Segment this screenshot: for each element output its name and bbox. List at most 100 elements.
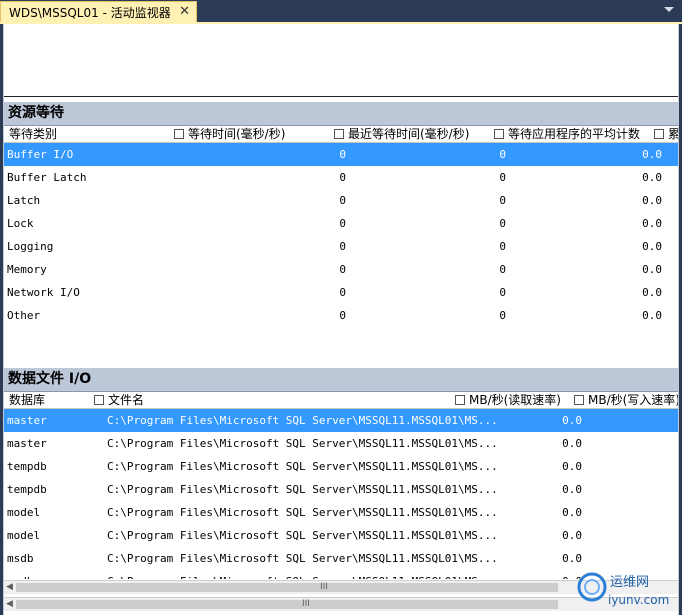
table-row[interactable]: Buffer I/O 0 0 0.0 bbox=[4, 143, 678, 166]
cell-avg-count: 0.0 bbox=[642, 148, 662, 161]
cell-wait-time: 0 bbox=[339, 263, 346, 276]
table-row[interactable]: Memory 0 0 0.0 bbox=[4, 258, 678, 281]
cell-file-name: C:\Program Files\Microsoft SQL Server\MS… bbox=[107, 483, 498, 496]
cell-recent-wait: 0 bbox=[499, 309, 506, 322]
resource-waits-grid: 等待类别 等待时间(毫秒/秒) 最近等待时间(毫秒/秒) 等待应用程序的平均计数… bbox=[4, 126, 678, 343]
cell-category: Logging bbox=[7, 240, 54, 253]
cell-file-name: C:\Program Files\Microsoft SQL Server\MS… bbox=[107, 570, 498, 579]
chevron-down-icon[interactable] bbox=[664, 7, 674, 12]
cell-read-rate: 0.0 bbox=[562, 437, 582, 450]
tab-activity-monitor[interactable]: WDS\MSSQL01 - 活动监视器 ✕ bbox=[0, 1, 197, 22]
table-row[interactable]: tempdb C:\Program Files\Microsoft SQL Ser… bbox=[4, 478, 678, 501]
cell-wait-time: 0 bbox=[339, 240, 346, 253]
table-row[interactable]: model C:\Program Files\Microsoft SQL Serv… bbox=[4, 501, 678, 524]
col-file-name[interactable]: 文件名 bbox=[92, 392, 144, 408]
cell-read-rate: 0.0 bbox=[562, 552, 582, 565]
cell-recent-wait: 0 bbox=[499, 217, 506, 230]
col-database[interactable]: 数据库 bbox=[7, 392, 45, 408]
watermark-logo: 运维网 iyunv.com bbox=[577, 572, 669, 607]
cell-database: master bbox=[7, 437, 47, 450]
col-wait-category[interactable]: 等待类别 bbox=[7, 126, 57, 142]
table-row[interactable]: msdb C:\Program Files\Microsoft SQL Serve… bbox=[4, 547, 678, 570]
scrollbar-thumb[interactable] bbox=[16, 600, 558, 609]
checkbox-icon[interactable] bbox=[494, 128, 504, 139]
col-read-rate[interactable]: MB/秒(读取速率) bbox=[453, 392, 561, 408]
checkbox-icon[interactable] bbox=[334, 128, 344, 139]
document-tab-bar: WDS\MSSQL01 - 活动监视器 ✕ bbox=[0, 0, 682, 22]
cell-category: Buffer Latch bbox=[7, 171, 87, 184]
cell-avg-count: 0.0 bbox=[642, 171, 662, 184]
col-avg-waiter-count[interactable]: 等待应用程序的平均计数 bbox=[492, 126, 640, 142]
checkbox-icon[interactable] bbox=[574, 394, 584, 405]
scroll-grip: III bbox=[302, 599, 310, 609]
cell-wait-time: 0 bbox=[339, 286, 346, 299]
checkbox-icon[interactable] bbox=[455, 394, 465, 405]
table-row[interactable]: model C:\Program Files\Microsoft SQL Serv… bbox=[4, 524, 678, 547]
table-row[interactable]: master C:\Program Files\Microsoft SQL Ser… bbox=[4, 409, 678, 432]
cell-read-rate: 0.0 bbox=[562, 460, 582, 473]
cell-read-rate: 0.0 bbox=[562, 529, 582, 542]
cell-wait-time: 0 bbox=[339, 309, 346, 322]
cell-read-rate: 0.0 bbox=[444, 570, 582, 579]
activity-monitor-pane: 资源等待 等待类别 等待时间(毫秒/秒) 最近等待时间(毫秒/秒) 等待应用程序… bbox=[3, 24, 679, 615]
data-file-io-rows: master C:\Program Files\Microsoft SQL Ser… bbox=[4, 409, 678, 579]
table-row[interactable]: Other 0 0 0.0 bbox=[4, 304, 678, 327]
cell-category: Latch bbox=[7, 194, 41, 207]
cell-avg-count: 0.0 bbox=[642, 217, 662, 230]
cell-read-rate: 0.0 bbox=[562, 506, 582, 519]
table-row[interactable]: Lock 0 0 0.0 bbox=[4, 212, 678, 235]
cell-database: tempdb bbox=[7, 460, 47, 473]
cell-wait-time: 0 bbox=[339, 217, 346, 230]
cell-wait-time: 0 bbox=[339, 194, 346, 207]
table-row[interactable]: tempdb C:\Program Files\Microsoft SQL Ser… bbox=[4, 455, 678, 478]
col-wait-time[interactable]: 等待时间(毫秒/秒) bbox=[172, 126, 285, 142]
cell-database: msdb bbox=[7, 552, 34, 565]
cell-avg-count: 0.0 bbox=[642, 286, 662, 299]
cell-recent-wait: 0 bbox=[499, 263, 506, 276]
cell-database: model bbox=[7, 506, 41, 519]
tab-title: WDS\MSSQL01 - 活动监视器 bbox=[9, 5, 171, 20]
close-icon[interactable]: ✕ bbox=[179, 4, 190, 19]
cell-recent-wait: 0 bbox=[499, 148, 506, 161]
scroll-left-icon[interactable]: ◀ bbox=[6, 581, 13, 594]
cell-category: Network I/O bbox=[7, 286, 80, 299]
scroll-left-icon[interactable]: ◀ bbox=[6, 598, 13, 611]
col-write-rate[interactable]: MB/秒(写入速率) bbox=[572, 392, 678, 408]
watermark-brand: 运维网 bbox=[610, 575, 649, 590]
cell-avg-count: 0.0 bbox=[642, 263, 662, 276]
checkbox-icon[interactable] bbox=[94, 394, 104, 405]
resource-waits-header[interactable]: 资源等待 bbox=[4, 102, 678, 126]
watermark-domain: iyunv.com bbox=[608, 593, 669, 607]
cell-read-rate: 0.0 bbox=[562, 483, 582, 496]
checkbox-icon[interactable] bbox=[654, 128, 664, 139]
cell-file-name: C:\Program Files\Microsoft SQL Server\MS… bbox=[107, 506, 498, 519]
table-row[interactable]: Latch 0 0 0.0 bbox=[4, 189, 678, 212]
data-file-io-grid: 数据库 文件名 MB/秒(读取速率) MB/秒(写入速率) master C:\P… bbox=[4, 392, 678, 579]
cell-avg-count: 0.0 bbox=[642, 309, 662, 322]
cell-recent-wait: 0 bbox=[499, 286, 506, 299]
overview-area bbox=[4, 24, 678, 97]
table-row[interactable]: Buffer Latch 0 0 0.0 bbox=[4, 166, 678, 189]
col-cumulative[interactable]: 累 bbox=[652, 126, 678, 142]
cell-file-name: C:\Program Files\Microsoft SQL Server\MS… bbox=[107, 529, 498, 542]
cell-recent-wait: 0 bbox=[499, 194, 506, 207]
table-row[interactable]: Logging 0 0 0.0 bbox=[4, 235, 678, 258]
resource-waits-rows: Buffer I/O 0 0 0.0 Buffer Latch 0 0 0.0 Latch 0 0 0… bbox=[4, 143, 678, 327]
cell-recent-wait: 0 bbox=[499, 171, 506, 184]
cell-category: Buffer I/O bbox=[7, 148, 74, 161]
data-file-io-column-header: 数据库 文件名 MB/秒(读取速率) MB/秒(写入速率) bbox=[4, 392, 678, 409]
col-recent-wait-time[interactable]: 最近等待时间(毫秒/秒) bbox=[332, 126, 469, 142]
scroll-grip: III bbox=[320, 582, 328, 592]
checkbox-icon[interactable] bbox=[174, 128, 184, 139]
table-row[interactable]: Network I/O 0 0 0.0 bbox=[4, 281, 678, 304]
resource-waits-column-header: 等待类别 等待时间(毫秒/秒) 最近等待时间(毫秒/秒) 等待应用程序的平均计数… bbox=[4, 126, 678, 143]
scrollbar-thumb[interactable] bbox=[16, 583, 558, 592]
cell-category: Memory bbox=[7, 263, 47, 276]
table-row[interactable]: master C:\Program Files\Microsoft SQL Ser… bbox=[4, 432, 678, 455]
cell-avg-count: 0.0 bbox=[642, 194, 662, 207]
cell-file-name: C:\Program Files\Microsoft SQL Server\MS… bbox=[107, 552, 498, 565]
data-file-io-header[interactable]: 数据文件 I/O bbox=[4, 368, 678, 392]
cell-read-rate: 0.0 bbox=[562, 414, 582, 427]
cell-file-name: C:\Program Files\Microsoft SQL Server\MS… bbox=[107, 414, 498, 427]
cell-avg-count: 0.0 bbox=[642, 240, 662, 253]
